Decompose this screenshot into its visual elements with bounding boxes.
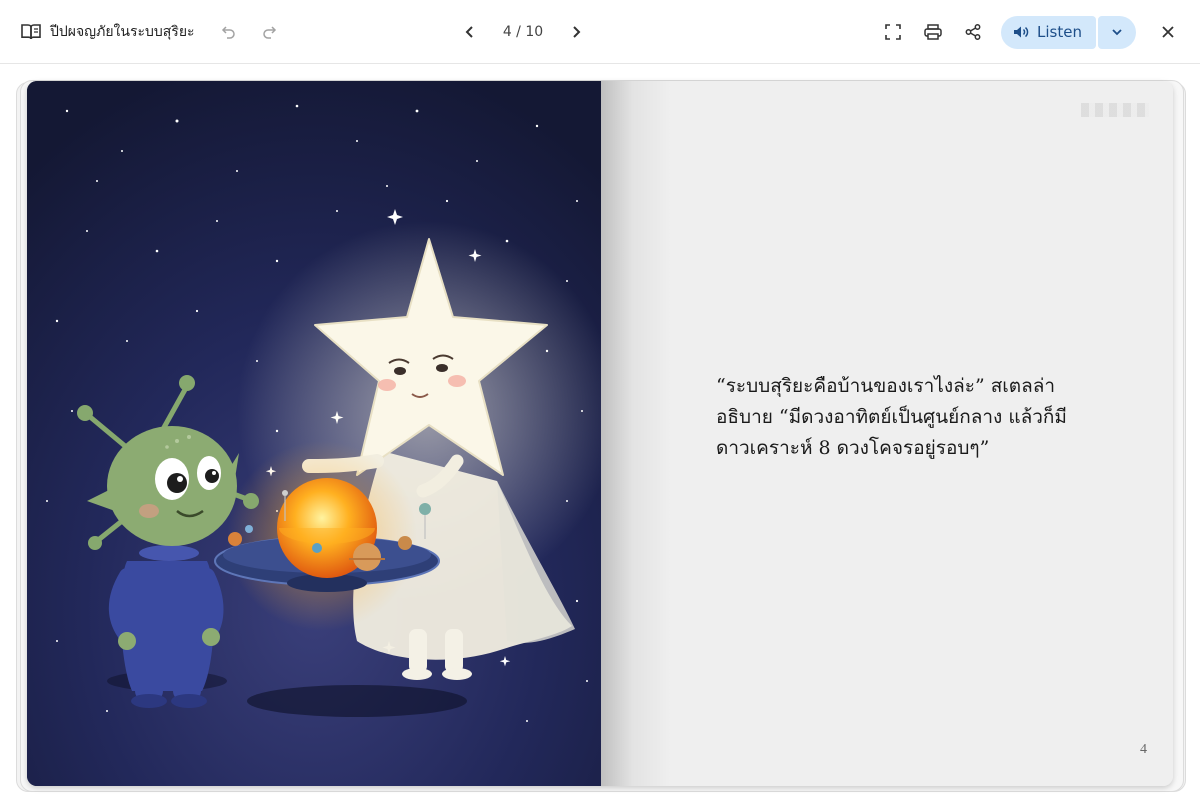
story-illustration [27,81,601,786]
close-icon [1162,26,1174,38]
story-text: “ระบบสุริยะคือบ้านของเราไงล่ะ” สเตลล่าอธ… [716,375,1067,459]
undo-button[interactable] [215,18,243,46]
listen-options-dropdown[interactable] [1098,15,1136,49]
fullscreen-button[interactable] [879,18,907,46]
listen-label: Listen [1037,23,1082,41]
close-button[interactable] [1154,18,1182,46]
toolbar-left-group: ปีปผจญภัยในระบบสุริยะ [20,0,283,64]
page-gutter-shadow [601,81,671,786]
book-spread: “ระบบสุริยะคือบ้านของเราไงล่ะ” สเตลล่าอธ… [27,81,1173,786]
toolbar-right-group: Listen [867,0,1182,64]
book-title: ปีปผจญภัยในระบบสุริยะ [50,24,195,40]
share-button[interactable] [959,18,987,46]
illustration-page [27,81,601,786]
page-number: 4 [1140,742,1147,757]
share-icon [965,24,981,40]
watermark-logo [1081,103,1149,117]
undo-icon [221,26,235,39]
book-open-icon [20,21,42,43]
listen-control: Listen [1001,15,1136,49]
reader-stage: “ระบบสุริยะคือบ้านของเราไงล่ะ” สเตลล่าอธ… [0,65,1200,800]
previous-page-button[interactable] [456,18,484,46]
page-navigation: 4 / 10 [456,0,590,64]
chevron-left-icon [465,26,473,38]
text-page: “ระบบสุริยะคือบ้านของเราไงล่ะ” สเตลล่าอธ… [601,81,1173,786]
chevron-right-icon [573,26,581,38]
next-page-button[interactable] [562,18,590,46]
listen-button[interactable]: Listen [1001,15,1096,49]
redo-icon [262,26,276,39]
redo-button[interactable] [255,18,283,46]
fullscreen-icon [885,24,901,40]
print-button[interactable] [919,18,947,46]
printer-icon [924,24,942,40]
reader-toolbar: ปีปผจญภัยในระบบสุริยะ 4 / 10 Listen [0,0,1200,64]
speaker-icon [1014,26,1029,38]
chevron-down-icon [1112,29,1122,36]
page-indicator: 4 / 10 [502,24,544,40]
